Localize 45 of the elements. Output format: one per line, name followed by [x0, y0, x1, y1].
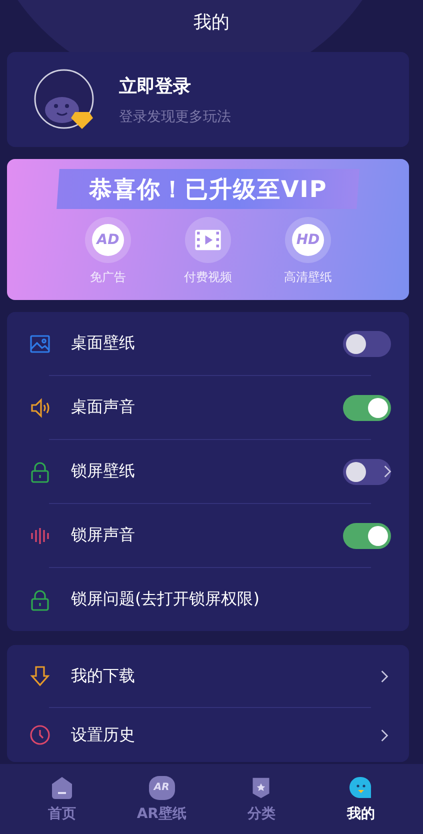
- settings-row[interactable]: 锁屏壁纸: [29, 440, 391, 503]
- settings-label: 桌面壁纸: [71, 333, 136, 354]
- login-title[interactable]: 立即登录: [119, 74, 231, 98]
- tab-item[interactable]: AR AR壁纸: [122, 776, 202, 822]
- perk-label: 付费视频: [184, 269, 232, 286]
- bird-icon: [349, 776, 374, 800]
- toggle-switch[interactable]: [343, 458, 391, 484]
- chevron-icon: [380, 728, 389, 742]
- ad-icon: AD: [85, 217, 131, 263]
- settings-row[interactable]: 桌面壁纸: [29, 312, 391, 375]
- page-title: 我的: [194, 11, 230, 34]
- settings-label: 锁屏问题(去打开锁屏权限): [71, 589, 260, 610]
- profile-card[interactable]: 立即登录 登录发现更多玩法: [7, 52, 409, 147]
- perk-label: 高清壁纸: [284, 269, 332, 286]
- settings-row[interactable]: 桌面声音: [29, 376, 391, 439]
- clock-icon: [29, 724, 51, 746]
- toggle-switch[interactable]: [343, 330, 391, 356]
- speaker-icon: [29, 396, 51, 418]
- menu-label: 设置历史: [71, 724, 136, 746]
- hd-icon: HD: [285, 217, 331, 263]
- home-icon: [50, 776, 74, 800]
- menu-row[interactable]: 设置历史: [29, 708, 391, 762]
- perk-label: 免广告: [90, 269, 126, 286]
- menu-label: 我的下载: [71, 666, 136, 686]
- settings-label: 锁屏声音: [71, 525, 136, 546]
- settings-row[interactable]: 锁屏声音: [29, 504, 391, 567]
- lock-icon: [29, 588, 51, 610]
- toggle-switch[interactable]: [343, 522, 391, 548]
- film-icon: [185, 217, 231, 263]
- download-icon: [29, 665, 51, 687]
- ar-icon: AR: [148, 776, 175, 800]
- settings-label: 锁屏壁纸: [71, 461, 136, 482]
- image-icon: [29, 332, 51, 354]
- tab-item[interactable]: 首页: [22, 776, 102, 822]
- login-subtitle: 登录发现更多玩法: [119, 108, 231, 126]
- category-icon: [250, 776, 272, 800]
- toggle-switch[interactable]: [343, 394, 391, 420]
- vip-banner-text: 恭喜你！已升级至VIP: [88, 176, 328, 204]
- lock-icon: [29, 460, 51, 482]
- settings-row[interactable]: 锁屏问题(去打开锁屏权限): [29, 568, 391, 631]
- menu-row[interactable]: 我的下载: [29, 645, 391, 707]
- tab-item[interactable]: 分类: [221, 776, 302, 822]
- chevron-icon: [380, 668, 389, 684]
- tab-item[interactable]: 我的: [321, 776, 402, 822]
- settings-label: 桌面声音: [71, 397, 136, 418]
